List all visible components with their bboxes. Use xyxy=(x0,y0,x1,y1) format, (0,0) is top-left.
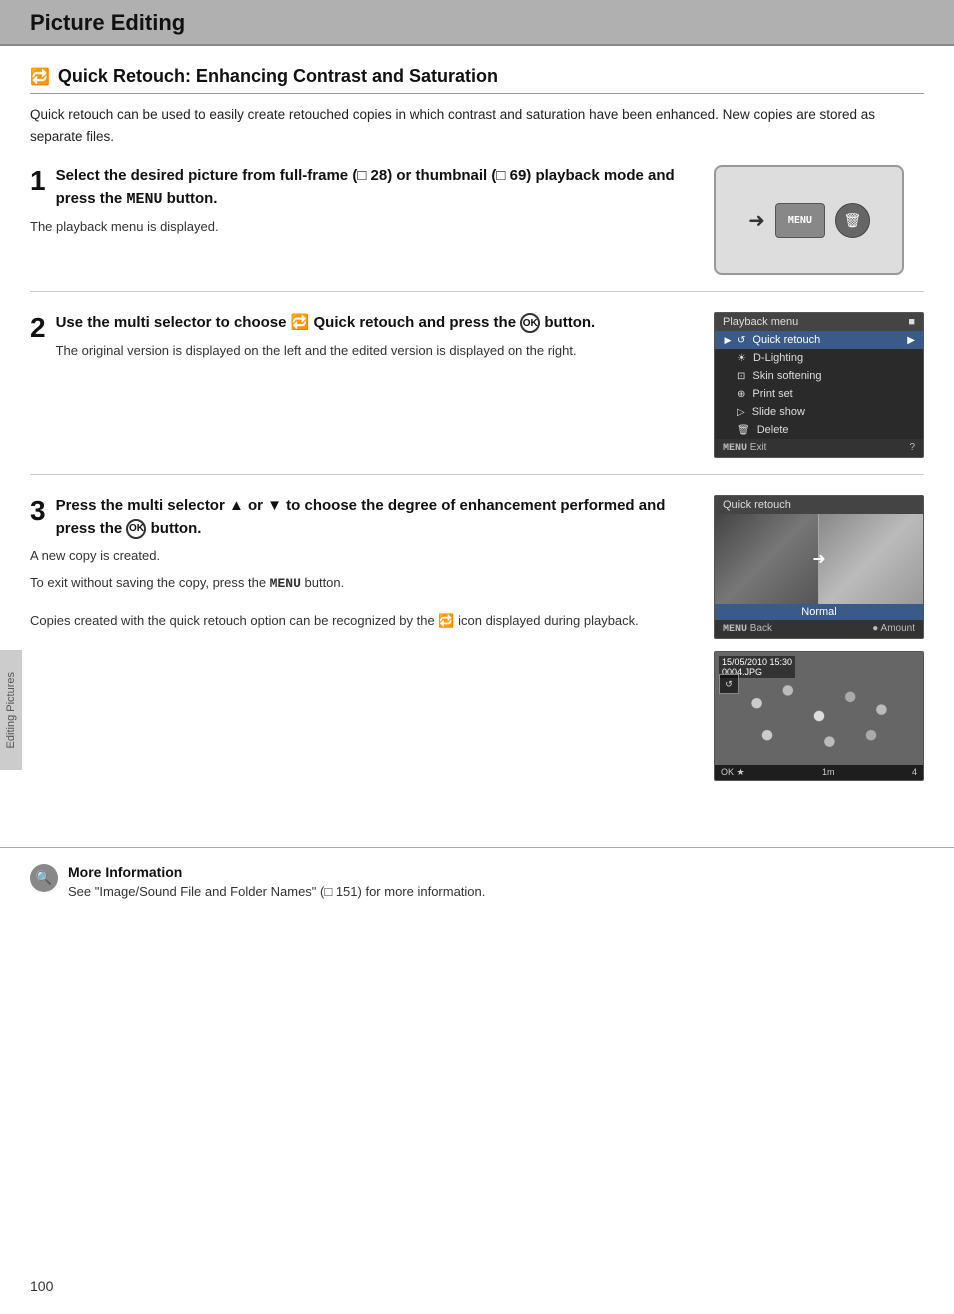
step-1-title: Select the desired picture from full-fra… xyxy=(30,165,694,211)
menu-item-quick-retouch: ▶ ↺ Quick retouch ▶ xyxy=(715,331,923,349)
section-intro: Quick retouch can be used to easily crea… xyxy=(30,104,924,147)
playback-ok-label: OK ★ xyxy=(721,767,745,778)
ok-button-icon-2: OK xyxy=(520,313,540,333)
retouch-left-image xyxy=(715,514,819,604)
step-3-title: Press the multi selector ▲ or ▼ to choos… xyxy=(30,495,694,540)
retouch-arrow-icon: ➜ xyxy=(812,549,825,569)
menu-item-slide-show: ▷ Slide show xyxy=(715,403,923,421)
menu-label-step1: MENU xyxy=(126,191,162,208)
step-3-desc3: Copies created with the quick retouch op… xyxy=(30,611,694,632)
main-content: 🔁 Quick Retouch: Enhancing Contrast and … xyxy=(0,46,954,837)
menu-item-d-lighting: ☀ D-Lighting xyxy=(715,349,923,367)
page-title: Picture Editing xyxy=(30,10,924,36)
d-lighting-icon: ☀ xyxy=(737,353,746,364)
slide-show-icon: ▷ xyxy=(737,407,745,418)
menu-corner-indicator: ■ xyxy=(908,316,915,328)
retouch-label-text: Normal xyxy=(801,606,836,618)
camera-trash-button: 🗑 xyxy=(835,203,870,238)
menu-item-print-set: ⊕ Print set xyxy=(715,385,923,403)
retouch-screenshot: Quick retouch ➜ Normal MENU Back ● Amoun… xyxy=(714,495,924,639)
menu-item-quick-retouch-label: Quick retouch xyxy=(752,334,820,346)
skin-softening-icon: ⊡ xyxy=(737,371,745,382)
page-header: Picture Editing xyxy=(0,0,954,46)
more-info-title: More Information xyxy=(68,864,485,880)
page-number: 100 xyxy=(30,1278,53,1294)
step-2-number: 2 xyxy=(30,314,46,342)
step-1-desc: The playback menu is displayed. xyxy=(30,217,694,238)
bottom-section: 🔍 More Information See "Image/Sound File… xyxy=(0,847,954,925)
step-1-image: ➜ MENU 🗑 xyxy=(714,165,924,275)
step-2-image: Playback menu ■ ▶ ↺ Quick retouch ▶ ☀ D-… xyxy=(714,312,924,458)
step-3: 3 Press the multi selector ▲ or ▼ to cho… xyxy=(30,495,924,797)
menu-label-footer: MENU xyxy=(723,443,747,454)
more-info-content: More Information See "Image/Sound File a… xyxy=(68,864,485,899)
menu-item-skin-softening-label: Skin softening xyxy=(752,370,821,382)
retouch-label-bar: Normal xyxy=(715,604,923,620)
menu-item-slide-show-label: Slide show xyxy=(752,406,805,418)
retouch-menu-label: MENU xyxy=(723,624,747,635)
retouch-footer-right: ● Amount xyxy=(872,623,915,635)
step-3-images: Quick retouch ➜ Normal MENU Back ● Amoun… xyxy=(714,495,924,781)
step-1-number: 1 xyxy=(30,167,46,195)
step-1-left: 1 Select the desired picture from full-f… xyxy=(30,165,694,275)
menu-item-skin-softening: ⊡ Skin softening xyxy=(715,367,923,385)
camera-diagram: ➜ MENU 🗑 xyxy=(714,165,904,275)
step-2-desc: The original version is displayed on the… xyxy=(30,341,694,362)
retouch-title-bar: Quick retouch xyxy=(715,496,923,514)
playback-screenshot: 15/05/2010 15:30 0004.JPG ↺ OK ★ 1m 4 xyxy=(714,651,924,781)
menu-screenshot: Playback menu ■ ▶ ↺ Quick retouch ▶ ☀ D-… xyxy=(714,312,924,458)
retouch-right-image xyxy=(819,514,923,604)
sidebar-tab: Editing Pictures xyxy=(0,650,22,770)
step-3-number: 3 xyxy=(30,497,46,525)
ok-button-icon-3: OK xyxy=(126,519,146,539)
delete-icon: 🗑 xyxy=(737,425,750,436)
menu-item-print-set-label: Print set xyxy=(752,388,792,400)
playback-retouch-icon: ↺ xyxy=(719,674,739,694)
step-2: 2 Use the multi selector to choose 🔁 Qui… xyxy=(30,312,924,475)
menu-item-d-lighting-label: D-Lighting xyxy=(753,352,803,364)
menu-item-delete-label: Delete xyxy=(757,424,789,436)
quick-retouch-menu-icon: ↺ xyxy=(737,335,745,346)
arrow-icon: ➜ xyxy=(748,208,765,233)
menu-selector-icon: ▶ xyxy=(723,335,733,346)
step-2-left: 2 Use the multi selector to choose 🔁 Qui… xyxy=(30,312,694,458)
menu-label-step3: MENU xyxy=(270,576,301,591)
retouch-image-area: ➜ xyxy=(715,514,923,604)
step-2-title: Use the multi selector to choose 🔁 Quick… xyxy=(30,312,694,335)
menu-footer-right: ? xyxy=(909,442,915,454)
section-title-text: Quick Retouch: Enhancing Contrast and Sa… xyxy=(58,66,498,87)
menu-footer-left: MENU Exit xyxy=(723,442,766,454)
more-info-text: See "Image/Sound File and Folder Names" … xyxy=(68,884,485,899)
playback-info: 1m xyxy=(822,767,835,778)
step-3-desc2: To exit without saving the copy, press t… xyxy=(30,573,694,595)
step-3-desc1: A new copy is created. xyxy=(30,546,694,567)
playback-footer-bar: OK ★ 1m 4 xyxy=(715,765,923,780)
camera-menu-button: MENU xyxy=(775,203,825,238)
playback-count: 4 xyxy=(912,767,917,778)
section-title: 🔁 Quick Retouch: Enhancing Contrast and … xyxy=(30,66,924,94)
quick-retouch-icon: 🔁 xyxy=(30,67,50,87)
retouch-footer-left: MENU Back xyxy=(723,623,772,635)
menu-title-bar: Playback menu ■ xyxy=(715,313,923,331)
playback-date-text: 15/05/2010 15:30 xyxy=(722,657,792,667)
sidebar-label: Editing Pictures xyxy=(5,672,17,748)
more-info-icon: 🔍 xyxy=(30,864,58,892)
retouch-footer: MENU Back ● Amount xyxy=(715,620,923,638)
step-3-left: 3 Press the multi selector ▲ or ▼ to cho… xyxy=(30,495,694,781)
menu-arrow-icon: ▶ xyxy=(907,335,915,346)
more-info-block: 🔍 More Information See "Image/Sound File… xyxy=(30,864,924,899)
step-1: 1 Select the desired picture from full-f… xyxy=(30,165,924,292)
menu-item-delete: 🗑 Delete xyxy=(715,421,923,439)
menu-footer: MENU Exit ? xyxy=(715,439,923,457)
menu-title-text: Playback menu xyxy=(723,316,798,328)
print-set-icon: ⊕ xyxy=(737,389,745,400)
retouch-title-text: Quick retouch xyxy=(723,499,791,511)
